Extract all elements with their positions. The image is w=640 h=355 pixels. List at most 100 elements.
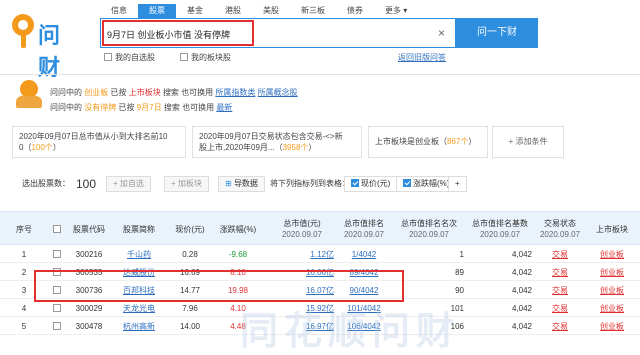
add-condition-button[interactable]: + 添加条件 (492, 126, 564, 158)
checkbox[interactable] (104, 53, 112, 61)
cell-code: 300216 (75, 250, 103, 259)
cell-status[interactable]: 交易 (536, 246, 584, 263)
cell-status[interactable]: 交易 (536, 264, 584, 281)
suggest-alt-link[interactable]: 所属指数类 (215, 88, 255, 97)
tab-hk[interactable]: 港股 (214, 4, 252, 18)
col-name[interactable]: 股票简称 (118, 212, 160, 246)
cell-select[interactable] (52, 246, 64, 263)
tab-us[interactable]: 美股 (252, 4, 290, 18)
cell-name[interactable]: 千山药 (118, 246, 160, 263)
clear-icon[interactable]: × (438, 26, 445, 40)
add-sector-button[interactable]: + 加板块 (164, 176, 209, 192)
table-header: 序号 股票代码 股票简称 现价(元) 涨跌幅(%) 总市值(元) 2020.09.… (0, 211, 640, 245)
condition-count: 100个 (31, 143, 53, 152)
suggest-text: 也可换用 (181, 88, 214, 97)
condition-box[interactable]: 上市板块是创业板（867个） (368, 126, 488, 158)
cell-rank[interactable]: 1/4042 (338, 246, 390, 263)
export-button[interactable]: ⊞ 导数据 (218, 176, 265, 192)
tab-info[interactable]: 信息 (100, 4, 138, 18)
condition-text: 上市板块是创业板（ (375, 137, 447, 146)
col-rank[interactable]: 总市值排名 2020.09.07 (338, 212, 390, 246)
tab-more-label: 更多 (385, 6, 401, 15)
cell-rank-total: 4,042 (511, 250, 532, 259)
cell-no: 3 (21, 286, 27, 295)
suggest-term: 9月7日 (136, 103, 162, 112)
indicator-label: 将下列指标列到表格： (270, 179, 350, 188)
col-mcap[interactable]: 总市值(元) 2020.09.07 (270, 212, 334, 246)
assistant-avatar-icon (12, 80, 48, 110)
cell-select[interactable] (52, 318, 64, 335)
cell-board[interactable]: 创业板 (590, 282, 634, 299)
col-price[interactable]: 现价(元) (170, 212, 210, 246)
condition-box[interactable]: 2020年09月07日交易状态包含交易-<>新 股上市,2020年09月...（… (192, 126, 362, 158)
cell-no: 5 (21, 322, 27, 331)
cell-rank-total: 4,042 (511, 268, 532, 277)
cell-board[interactable]: 创业板 (590, 300, 634, 317)
cell-board[interactable]: 创业板 (590, 318, 634, 335)
selected-count-label: 选出股票数： (22, 179, 70, 188)
cell-board[interactable]: 创业板 (590, 264, 634, 281)
chevron-down-icon: ▾ (403, 6, 408, 15)
cell-name[interactable]: 天龙光电 (118, 300, 160, 317)
search-highlight-box (102, 20, 254, 46)
tab-stock[interactable]: 股票 (138, 4, 176, 18)
feedback-link[interactable]: 返回旧版问答 (398, 53, 446, 63)
cell-status[interactable]: 交易 (536, 282, 584, 299)
add-indicator-button[interactable]: + (448, 176, 467, 192)
cell-rank-count: 89 (455, 268, 464, 277)
suggest-text: 搜索 (163, 103, 180, 112)
condition-count: 867个 (447, 137, 469, 146)
checkbox-checked-icon (351, 179, 359, 187)
condition-text: 2020年09月07日总市值从小到大排名前10 (19, 132, 168, 141)
suggest-term: 创业板 (84, 88, 109, 97)
suggest-alt-link[interactable]: 所属概念股 (258, 88, 298, 97)
cell-mcap[interactable]: 1.12亿 (270, 246, 334, 263)
logo-icon (12, 14, 34, 36)
tab-more[interactable]: 更多 ▾ (374, 4, 418, 18)
cell-status[interactable]: 交易 (536, 300, 584, 317)
cell-code: 300478 (75, 322, 103, 331)
divider (0, 74, 640, 75)
logo-text: 问财 (38, 23, 62, 80)
my-watchlist-label: 我的自选股 (115, 53, 155, 62)
tab-neeq[interactable]: 新三板 (290, 4, 336, 18)
condition-text: 2020年09月07日交易状态包含交易-<>新 (199, 132, 343, 141)
col-rank-count[interactable]: 总市值排名名次 2020.09.07 (394, 212, 464, 246)
tab-bond[interactable]: 债券 (336, 4, 374, 18)
col-board[interactable]: 上市板块 (590, 212, 634, 246)
add-watchlist-button[interactable]: + 加自选 (106, 176, 151, 192)
tab-fund[interactable]: 基金 (176, 4, 214, 18)
cell-status[interactable]: 交易 (536, 318, 584, 335)
wencai-logo[interactable]: 问财 (8, 10, 80, 80)
col-rank-total[interactable]: 总市值排名基数 2020.09.07 (468, 212, 532, 246)
checkbox[interactable] (180, 53, 188, 61)
checkbox[interactable] (52, 250, 61, 258)
col-change[interactable]: 涨跌幅(%) (214, 212, 262, 246)
cell-rank-total: 4,042 (511, 304, 532, 313)
search-button[interactable]: 问一下财 (456, 18, 538, 48)
my-sector-option[interactable]: 我的板块股 (180, 53, 231, 63)
suggest-alt-link[interactable]: 最新 (216, 103, 232, 112)
cell-rank-count: 1 (459, 250, 464, 259)
col-select[interactable] (52, 212, 64, 246)
condition-sub: 0（100个） (19, 143, 61, 152)
my-watchlist-option[interactable]: 我的自选股 (104, 53, 155, 63)
cell-select[interactable] (52, 300, 64, 317)
cell-no: 2 (21, 268, 27, 277)
result-highlight-box (34, 270, 404, 302)
suggestion-line-2: 问问中的 没有停牌 已按 9月7日 搜索 也可换用 最新 (50, 103, 232, 113)
checkbox[interactable] (52, 322, 61, 330)
condition-box[interactable]: 2020年09月07日总市值从小到大排名前10 0（100个） (12, 126, 186, 158)
cell-rank-total: 4,042 (511, 286, 532, 295)
suggest-term: 上市板块 (128, 88, 161, 97)
cell-rank-count: 90 (455, 286, 464, 295)
cell-board[interactable]: 创业板 (590, 246, 634, 263)
indicator-price-toggle[interactable]: 现价(元) (344, 176, 398, 192)
condition-count: 3958个 (282, 143, 309, 152)
table-row[interactable]: 1 300216 千山药 0.28 -9.68 1.12亿 1/4042 1 4,042 交易 创业… (0, 246, 640, 263)
col-status[interactable]: 交易状态 2020.09.07 (536, 212, 584, 246)
col-code[interactable]: 股票代码 (68, 212, 110, 246)
cell-name[interactable]: 杭州高新 (118, 318, 160, 335)
checkbox[interactable] (52, 225, 61, 233)
checkbox[interactable] (52, 304, 61, 312)
